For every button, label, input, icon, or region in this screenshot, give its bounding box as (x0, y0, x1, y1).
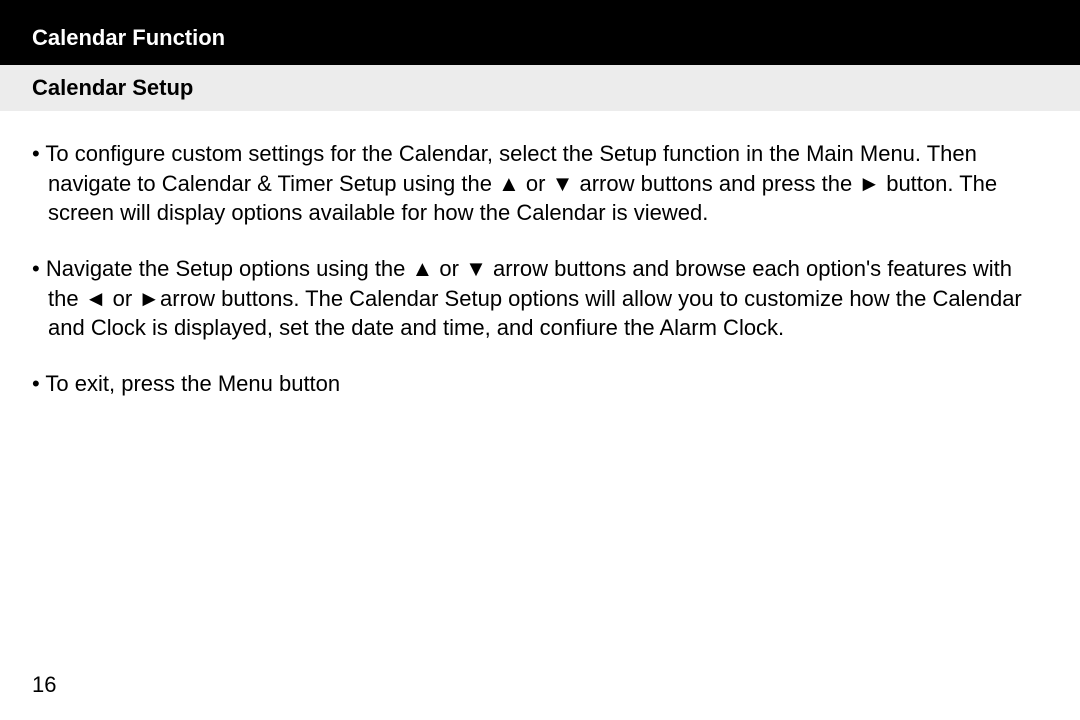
section-title: Calendar Function (32, 25, 225, 50)
bullet-paragraph: • Navigate the Setup options using the ▲… (32, 254, 1048, 343)
body-content: • To configure custom settings for the C… (0, 111, 1080, 399)
bullet-paragraph: • To configure custom settings for the C… (32, 139, 1048, 228)
section-header: Calendar Function (0, 0, 1080, 65)
bullet-paragraph: • To exit, press the Menu button (32, 369, 1048, 399)
subsection-header: Calendar Setup (0, 65, 1080, 111)
page-number: 16 (32, 672, 56, 698)
subsection-title: Calendar Setup (32, 75, 193, 100)
